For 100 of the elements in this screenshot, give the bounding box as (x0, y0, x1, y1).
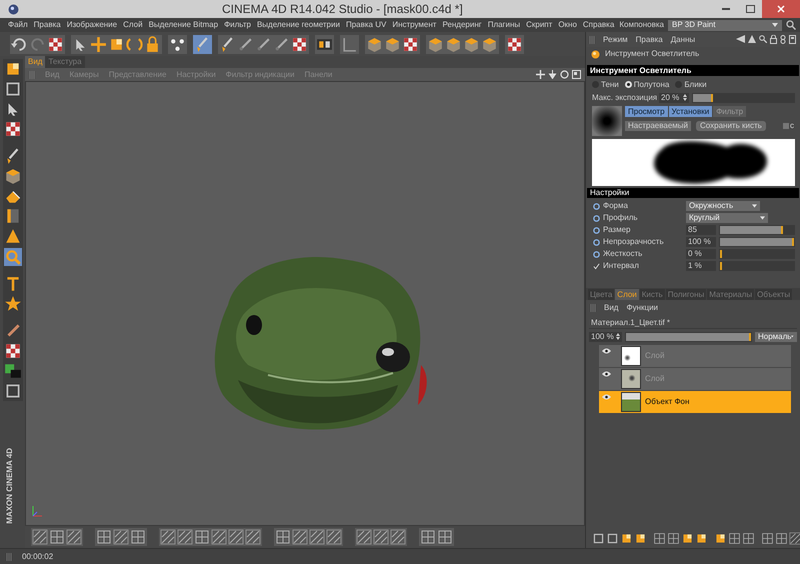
radio-button[interactable] (624, 81, 632, 88)
hatch-icon[interactable] (326, 529, 342, 545)
preset-dropdown[interactable]: Настраеваемый (625, 121, 691, 131)
grid-icon[interactable] (775, 532, 788, 544)
hatch-icon[interactable] (211, 529, 227, 545)
menu-item[interactable]: Справка (582, 19, 614, 31)
view-tab[interactable]: Вид (25, 56, 46, 68)
menu-item[interactable]: Данны (670, 34, 696, 46)
checker-icon[interactable] (4, 120, 22, 138)
slider-track[interactable] (719, 225, 795, 235)
menu-item[interactable]: Рендеринг (442, 19, 482, 31)
menu-item[interactable]: Выделение геометрии (256, 19, 340, 31)
slider-track[interactable] (719, 249, 795, 259)
up-arrow-icon[interactable] (748, 35, 756, 43)
menu-item[interactable]: Правка (636, 34, 663, 46)
pen-icon[interactable] (237, 36, 254, 52)
rotate-icon[interactable] (126, 36, 143, 52)
menu-item[interactable]: Выделение Bitmap (148, 19, 218, 31)
save-brush-button[interactable]: Сохранить кисть (696, 121, 766, 131)
grid-icon[interactable] (728, 532, 741, 544)
layer-row[interactable]: Объект Фон (599, 391, 791, 413)
hatch-icon[interactable] (160, 529, 176, 545)
grid-icon[interactable] (96, 529, 112, 545)
grid-icon[interactable] (194, 529, 210, 545)
hatch-icon[interactable] (373, 529, 389, 545)
menu-item[interactable]: Вид (604, 302, 618, 314)
move-view-icon[interactable] (536, 70, 545, 79)
menu-item[interactable]: Правка (34, 19, 61, 31)
hatch-icon[interactable] (309, 529, 325, 545)
hatch-icon[interactable] (245, 529, 261, 545)
grid-icon[interactable] (275, 529, 291, 545)
hatch-icon[interactable] (66, 529, 82, 545)
star-icon[interactable] (4, 295, 22, 313)
cube-icon[interactable] (427, 36, 444, 52)
menu-item[interactable]: Слой (123, 19, 143, 31)
checker-icon[interactable] (506, 36, 523, 52)
dropdown[interactable]: Круглый (686, 213, 768, 223)
number-field[interactable]: 1 % (686, 261, 716, 271)
hatch-icon[interactable] (292, 529, 308, 545)
lock-icon[interactable] (770, 35, 777, 44)
layout-dropdown[interactable]: BP 3D Paint (668, 20, 782, 30)
hatch-icon[interactable] (789, 532, 800, 544)
new-panel-icon[interactable] (789, 35, 796, 44)
scale-icon[interactable] (681, 532, 694, 544)
spinner-icon[interactable] (616, 333, 620, 340)
magnifier-icon[interactable] (4, 248, 22, 266)
pen-icon[interactable] (273, 36, 290, 52)
search-icon[interactable] (786, 20, 796, 30)
grid-icon[interactable] (761, 532, 774, 544)
grid-icon[interactable] (667, 532, 680, 544)
slider-track[interactable] (692, 92, 795, 102)
search-icon[interactable] (759, 35, 767, 43)
checker-icon[interactable] (4, 342, 22, 360)
cone-icon[interactable] (4, 227, 22, 245)
hatch-icon[interactable] (32, 529, 48, 545)
number-field[interactable]: 0 % (686, 249, 716, 259)
rotate-view-icon[interactable] (560, 70, 569, 79)
menu-item[interactable]: Правка UV (346, 19, 386, 31)
arrow-down-icon[interactable] (548, 70, 557, 79)
checker-icon[interactable] (291, 36, 308, 52)
cube-icon[interactable] (463, 36, 480, 52)
eye-icon[interactable] (602, 371, 611, 377)
layer-icon[interactable] (592, 532, 605, 544)
cube-icon[interactable] (445, 36, 462, 52)
brush-thumbnail[interactable] (592, 106, 622, 136)
eye-icon[interactable] (602, 348, 611, 354)
cube-icon[interactable] (4, 167, 22, 185)
cube-icon[interactable] (481, 36, 498, 52)
menu-item[interactable]: Инструмент (392, 19, 436, 31)
menu-item[interactable]: Скрипт (526, 19, 552, 31)
menu-item[interactable]: Окно (558, 19, 577, 31)
grid-icon[interactable] (130, 529, 146, 545)
checkbox[interactable] (783, 123, 789, 129)
number-field[interactable]: 20 % (659, 92, 689, 102)
brush-tab[interactable]: Установки (668, 106, 712, 117)
check-icon[interactable] (592, 262, 600, 270)
hatch-icon[interactable] (390, 529, 406, 545)
spinner-icon[interactable] (683, 94, 687, 101)
scale-icon[interactable] (634, 532, 647, 544)
undo-icon[interactable] (11, 36, 28, 52)
hatch-icon[interactable] (228, 529, 244, 545)
opacity-field[interactable]: 100 % (589, 332, 622, 342)
layer-icon[interactable] (4, 382, 22, 400)
close-button[interactable] (762, 0, 800, 18)
panel-tab[interactable]: Слои (615, 289, 639, 300)
back-arrow-icon[interactable] (736, 35, 745, 43)
scale-icon[interactable] (714, 532, 727, 544)
grid-icon[interactable] (742, 532, 755, 544)
number-field[interactable]: 100 % (686, 237, 716, 247)
scale-icon[interactable] (620, 532, 633, 544)
grid-icon[interactable] (653, 532, 666, 544)
cube-icon[interactable] (384, 36, 401, 52)
scale-icon[interactable] (695, 532, 708, 544)
number-field[interactable]: 85 (686, 225, 716, 235)
blend-mode-dropdown[interactable]: Нормаль (755, 332, 797, 342)
maximize-view-icon[interactable] (572, 70, 581, 79)
grid-icon[interactable] (49, 529, 65, 545)
hatch-icon[interactable] (356, 529, 372, 545)
dropdown[interactable]: Окружность (686, 201, 760, 211)
menu-item[interactable]: Плагины (488, 19, 520, 31)
